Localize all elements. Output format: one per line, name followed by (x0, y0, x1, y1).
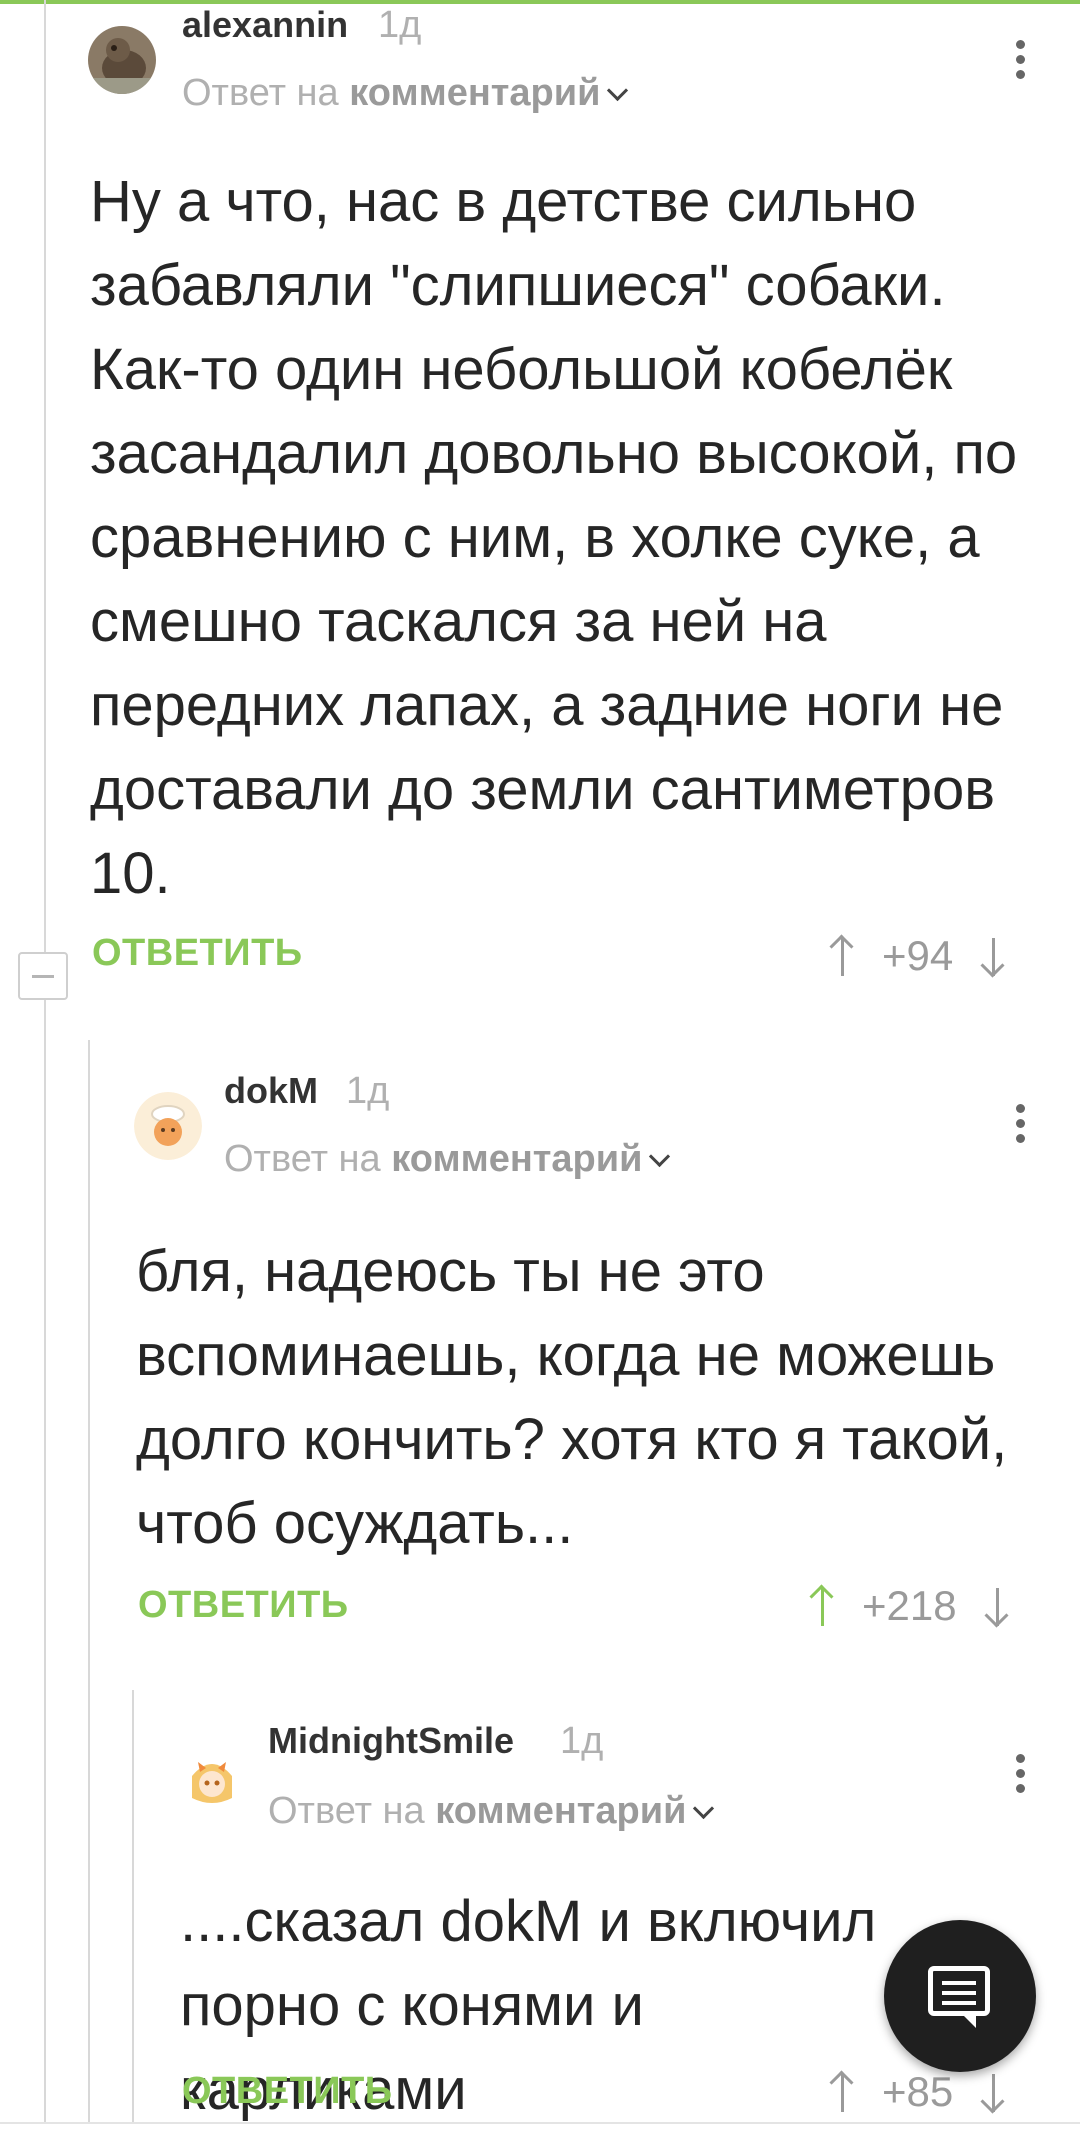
reply-button[interactable]: ОТВЕТИТЬ (92, 932, 303, 975)
thread-line-level-2 (132, 1690, 134, 2122)
score: +85 (882, 2068, 954, 2115)
vote-controls: +94 (829, 932, 1005, 980)
chevron-down-icon[interactable] (693, 1797, 715, 1820)
avatar[interactable] (88, 26, 156, 94)
thread-line-level-0-lower (44, 1000, 46, 2122)
downvote-arrow-icon[interactable] (980, 934, 1005, 978)
vote-controls: +85 (829, 2068, 1005, 2116)
reply-target[interactable]: комментарий (391, 1138, 642, 1180)
chevron-down-icon[interactable] (607, 79, 629, 102)
top-accent-bar (0, 0, 1080, 4)
bottom-divider (0, 2122, 1080, 2124)
downvote-arrow-icon[interactable] (984, 1584, 1009, 1628)
collapse-thread-button[interactable] (18, 952, 68, 1000)
upvote-arrow-icon[interactable] (829, 934, 854, 978)
kebab-menu-icon[interactable] (1016, 40, 1026, 85)
avatar[interactable] (134, 1092, 202, 1160)
vote-controls: +218 (809, 1582, 1009, 1630)
username[interactable]: MidnightSmile (268, 1720, 514, 1762)
chevron-down-icon[interactable] (649, 1145, 671, 1168)
username[interactable]: alexannin (182, 4, 348, 46)
upvote-arrow-icon[interactable] (829, 2070, 854, 2114)
downvote-arrow-icon[interactable] (980, 2070, 1005, 2114)
timestamp: 1д (378, 4, 422, 46)
reply-button[interactable]: ОТВЕТИТЬ (182, 2070, 393, 2113)
avatar[interactable] (178, 1746, 246, 1814)
reply-target[interactable]: комментарий (435, 1790, 686, 1832)
reply-to-line[interactable]: Ответ на комментарий (224, 1138, 671, 1181)
reply-to-line[interactable]: Ответ на комментарий (182, 72, 629, 115)
timestamp: 1д (560, 1720, 604, 1762)
comment-fab-icon (928, 1966, 990, 2016)
thread-line-level-1 (88, 1040, 90, 2122)
comment-fab-button[interactable] (884, 1920, 1036, 2072)
comment-body: Ну а что, нас в детстве сильно забавляли… (90, 169, 1018, 906)
score: +94 (882, 932, 954, 979)
score: +218 (862, 1582, 957, 1629)
reply-button[interactable]: ОТВЕТИТЬ (138, 1584, 349, 1627)
username[interactable]: dokM (224, 1070, 318, 1112)
comment-body: бля, надеюсь ты не это вспоминаешь, когд… (136, 1239, 1008, 1556)
reply-to-line[interactable]: Ответ на комментарий (268, 1790, 715, 1833)
timestamp: 1д (346, 1070, 390, 1112)
reply-prefix: Ответ на (224, 1138, 381, 1180)
upvote-arrow-icon[interactable] (809, 1584, 834, 1628)
reply-target[interactable]: комментарий (349, 72, 600, 114)
kebab-menu-icon[interactable] (1016, 1754, 1026, 1799)
reply-prefix: Ответ на (268, 1790, 425, 1832)
reply-prefix: Ответ на (182, 72, 339, 114)
kebab-menu-icon[interactable] (1016, 1104, 1026, 1149)
thread-line-level-0 (44, 0, 46, 952)
